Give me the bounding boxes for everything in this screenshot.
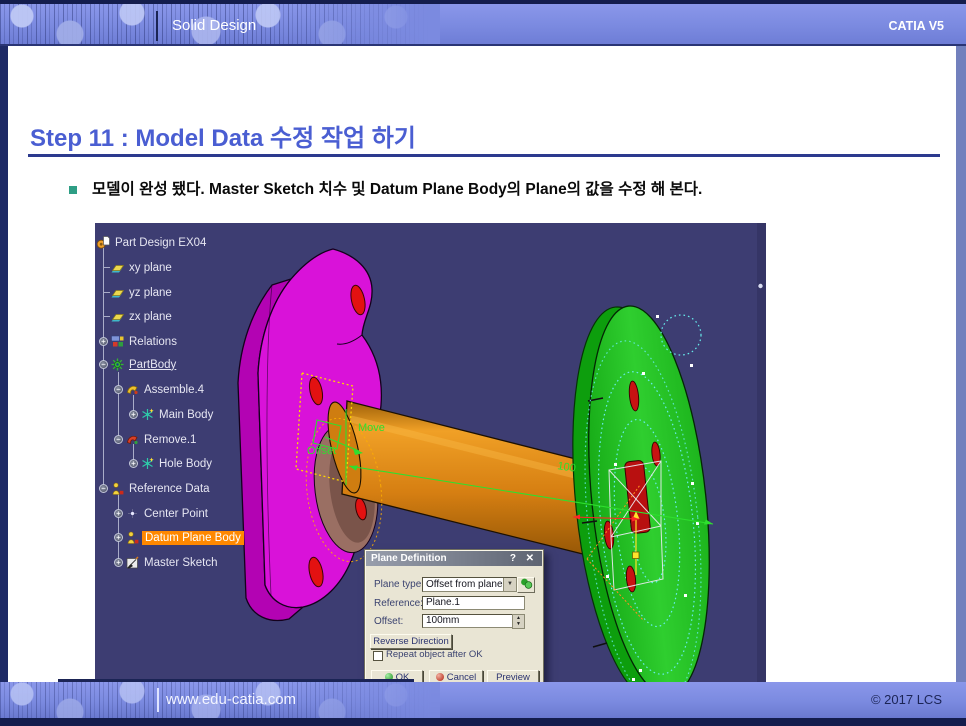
slide-body: Step 11 : Model Data 수정 작업 하기 모델이 완성 됐다.… bbox=[0, 46, 966, 682]
dialog-titlebar[interactable]: Plane Definition ? ✕ bbox=[366, 551, 542, 566]
expand-icon[interactable] bbox=[99, 337, 108, 346]
tree-item-xy-plane[interactable]: xy plane bbox=[111, 260, 174, 275]
footer-url: www.edu-catia.com bbox=[166, 691, 296, 708]
header-title: Solid Design bbox=[172, 17, 256, 34]
catia-viewport[interactable]: Move Offset 100 Part Design EX04 xy plan… bbox=[95, 223, 766, 726]
point-icon bbox=[126, 507, 139, 520]
plane-type-label: Plane type: bbox=[374, 579, 424, 590]
offset-value: 100mm bbox=[426, 615, 459, 626]
repeat-checkbox-label: Repeat object after OK bbox=[386, 649, 483, 660]
bullet-text: 모델이 완성 됐다. Master Sketch 치수 및 Datum Plan… bbox=[92, 177, 702, 199]
collapse-icon[interactable] bbox=[99, 484, 108, 493]
part-icon bbox=[97, 236, 110, 249]
plane-definition-dialog: Plane Definition ? ✕ Plane type: Offset … bbox=[364, 549, 544, 697]
collapse-icon[interactable] bbox=[114, 435, 123, 444]
slide-right-border bbox=[956, 46, 966, 682]
assemble-icon bbox=[126, 383, 139, 396]
footer-copyright: © 2017 LCS bbox=[871, 692, 942, 707]
offset-label: Offset bbox=[307, 445, 336, 457]
footer-separator bbox=[157, 688, 159, 712]
plane-icon bbox=[111, 286, 124, 299]
tree-item-relations[interactable]: Relations bbox=[99, 334, 179, 349]
reference-value: Plane.1 bbox=[426, 597, 460, 608]
title-rule bbox=[28, 154, 940, 157]
partbody-icon bbox=[111, 358, 124, 371]
close-button[interactable]: ✕ bbox=[526, 553, 534, 564]
slide-footer: www.edu-catia.com © 2017 LCS bbox=[0, 682, 966, 718]
tree-item-reference-data[interactable]: Reference Data bbox=[99, 481, 212, 496]
reference-data-icon bbox=[126, 531, 139, 544]
plane-type-select[interactable]: Offset from plane bbox=[422, 577, 517, 592]
page-title: Step 11 : Model Data 수정 작업 하기 bbox=[30, 118, 416, 153]
reference-input[interactable]: Plane.1 bbox=[422, 596, 525, 610]
datum-icon bbox=[520, 578, 533, 589]
cancel-icon bbox=[436, 673, 444, 681]
plane-type-value: Offset from plane bbox=[426, 579, 503, 590]
tree-item-zx-plane[interactable]: zx plane bbox=[111, 309, 174, 324]
sketch-icon bbox=[126, 556, 139, 569]
viewport-edge bbox=[757, 223, 766, 726]
dialog-title: Plane Definition bbox=[371, 553, 447, 564]
header-separator bbox=[156, 11, 158, 41]
spin-down-icon[interactable] bbox=[513, 621, 524, 627]
tree-item-master-sketch[interactable]: Master Sketch bbox=[114, 555, 220, 570]
expand-icon[interactable] bbox=[114, 533, 123, 542]
expand-icon[interactable] bbox=[114, 509, 123, 518]
body-icon bbox=[141, 408, 154, 421]
offset-label: Offset: bbox=[374, 616, 403, 627]
plane-icon bbox=[111, 310, 124, 323]
tree-item-hole-body[interactable]: Hole Body bbox=[129, 456, 214, 471]
tree-item-yz-plane[interactable]: yz plane bbox=[111, 285, 174, 300]
expand-icon[interactable] bbox=[129, 459, 138, 468]
tree-item-datum-plane-body[interactable]: Datum Plane Body bbox=[114, 530, 244, 545]
bottom-strip bbox=[0, 718, 966, 726]
reverse-direction-button[interactable]: Reverse Direction bbox=[370, 634, 452, 649]
relations-icon bbox=[111, 335, 124, 348]
slide-left-border bbox=[0, 46, 8, 682]
tree-item-partbody[interactable]: PartBody bbox=[99, 357, 178, 372]
tree-item-remove[interactable]: Remove.1 bbox=[114, 432, 198, 447]
expand-icon[interactable] bbox=[114, 558, 123, 567]
help-button[interactable]: ? bbox=[510, 553, 516, 564]
plane-icon bbox=[111, 261, 124, 274]
collapse-icon[interactable] bbox=[99, 360, 108, 369]
body-icon bbox=[141, 457, 154, 470]
reference-label: Reference: bbox=[374, 598, 423, 609]
collapse-icon[interactable] bbox=[114, 385, 123, 394]
dropdown-arrow-icon[interactable] bbox=[503, 578, 516, 591]
reference-data-icon bbox=[111, 482, 124, 495]
tree-item-center-point[interactable]: Center Point bbox=[114, 506, 210, 521]
tree-item-assemble[interactable]: Assemble.4 bbox=[114, 382, 206, 397]
bullet-icon bbox=[69, 186, 77, 194]
offset-input[interactable]: 100mm bbox=[422, 614, 513, 628]
repeat-datum-button[interactable] bbox=[517, 577, 535, 593]
tree-item-main-body[interactable]: Main Body bbox=[129, 407, 215, 422]
repeat-checkbox[interactable] bbox=[373, 651, 383, 661]
move-label: Move bbox=[358, 422, 385, 434]
expand-icon[interactable] bbox=[129, 410, 138, 419]
offset-spinner[interactable] bbox=[512, 614, 525, 629]
slide-header: Solid Design CATIA V5 bbox=[0, 4, 966, 46]
remove-icon bbox=[126, 433, 139, 446]
tree-item-root[interactable]: Part Design EX04 bbox=[97, 235, 208, 250]
header-brand: CATIA V5 bbox=[888, 19, 944, 33]
compass-dot bbox=[758, 284, 762, 288]
